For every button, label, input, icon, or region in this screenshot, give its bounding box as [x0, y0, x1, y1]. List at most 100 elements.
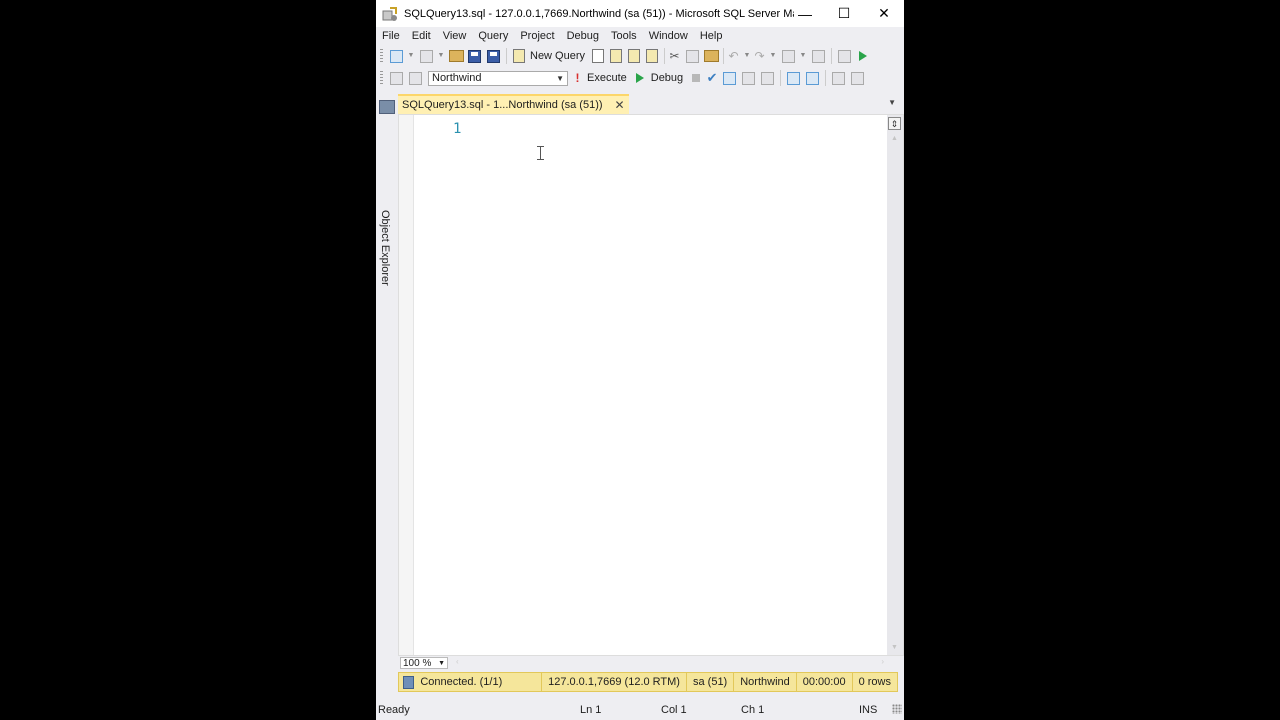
save-all-icon[interactable] — [487, 49, 500, 63]
display-estimated-plan-icon[interactable] — [723, 71, 737, 85]
copy-icon[interactable] — [686, 49, 700, 63]
include-actual-plan-icon[interactable] — [787, 71, 801, 85]
dropdown-arrow-icon[interactable]: ▼ — [770, 49, 778, 63]
connected-icon — [403, 675, 415, 689]
cut-icon[interactable]: ✂ — [670, 49, 682, 63]
standard-toolbar: ▼ ▼ New Query ✂ ↶ ▼ ↷ ▼ ▼ — [376, 45, 904, 67]
menu-tools[interactable]: Tools — [605, 30, 643, 42]
execute-button[interactable]: Execute — [587, 72, 627, 84]
ssms-window: SQLQuery13.sql - 127.0.0.1,7669.Northwin… — [376, 0, 904, 720]
status-ready: Ready — [378, 704, 410, 716]
results-to-grid-icon[interactable] — [761, 71, 775, 85]
sql-editor-toolbar: Northwind ▼ ! Execute Debug ✔ — [376, 67, 904, 89]
toolbar-grip[interactable] — [380, 49, 383, 63]
editor-margin — [399, 115, 414, 655]
redo-icon[interactable]: ↷ — [755, 49, 767, 63]
text-cursor-icon — [537, 146, 544, 160]
navigate-forward-icon[interactable] — [812, 49, 826, 63]
line-number: 1 — [453, 121, 462, 137]
cancel-query-icon[interactable] — [692, 74, 701, 82]
status-bar: Ready Ln 1 Col 1 Ch 1 INS — [376, 702, 904, 720]
tab-sqlquery13[interactable]: SQLQuery13.sql - 1...Northwind (sa (51))… — [398, 94, 629, 114]
query-status-bar: Connected. (1/1) 127.0.0.1,7669 (12.0 RT… — [398, 672, 898, 692]
scroll-up-icon[interactable]: ▲ — [891, 135, 898, 142]
toolbar-separator — [780, 70, 782, 86]
object-explorer-label[interactable]: Object Explorer — [379, 210, 391, 286]
debug-button[interactable]: Debug — [651, 72, 683, 84]
activity-monitor-icon[interactable] — [838, 49, 852, 63]
dropdown-arrow-icon[interactable]: ▼ — [408, 49, 416, 63]
start-debugging-icon[interactable] — [859, 51, 868, 61]
menu-edit[interactable]: Edit — [406, 30, 437, 42]
menu-debug[interactable]: Debug — [561, 30, 605, 42]
scroll-right-icon[interactable]: › — [881, 657, 884, 666]
connection-status: Connected. (1/1) — [420, 676, 503, 688]
live-query-statistics-icon[interactable] — [806, 71, 820, 85]
debug-play-icon[interactable] — [635, 73, 644, 83]
document-tab-strip: SQLQuery13.sql - 1...Northwind (sa (51))… — [398, 94, 904, 114]
tab-list-dropdown-icon[interactable]: ▼ — [888, 98, 896, 107]
undo-icon[interactable]: ↶ — [729, 49, 741, 63]
analysis-xmla-query-icon[interactable] — [646, 49, 659, 63]
analysis-dmx-query-icon[interactable] — [628, 49, 641, 63]
user-info: sa (51) — [685, 672, 733, 692]
execute-icon[interactable]: ! — [576, 71, 584, 85]
toolbar-grip[interactable] — [380, 71, 383, 85]
server-info: 127.0.0.1,7669 (12.0 RTM) — [541, 672, 686, 692]
add-item-icon[interactable] — [420, 49, 433, 63]
parse-icon[interactable]: ✔ — [707, 71, 719, 85]
tab-close-icon[interactable]: ✕ — [615, 98, 625, 112]
connect-icon[interactable] — [390, 71, 403, 85]
row-count: 0 rows — [851, 672, 897, 692]
paste-icon[interactable] — [703, 50, 719, 62]
toolbar-separator — [506, 48, 507, 64]
change-connection-icon[interactable] — [409, 71, 422, 85]
editor-area: SQLQuery13.sql - 1...Northwind (sa (51))… — [398, 94, 904, 702]
new-project-icon[interactable] — [390, 49, 403, 63]
dropdown-arrow-icon[interactable]: ▼ — [744, 49, 752, 63]
ssms-app-icon[interactable] — [382, 6, 398, 22]
status-line: Ln 1 — [580, 704, 602, 716]
toolbar-separator — [831, 48, 833, 64]
object-explorer-collapsed[interactable]: Object Explorer — [376, 94, 398, 702]
status-mode: INS — [859, 704, 878, 716]
status-column: Col 1 — [661, 704, 687, 716]
menu-bar: File Edit View Query Project Debug Tools… — [376, 27, 904, 45]
split-window-icon[interactable]: ⇕ — [888, 117, 901, 130]
zoom-select[interactable]: 100 % ▼ — [400, 657, 448, 669]
zoom-value: 100 % — [403, 657, 432, 669]
toolbar-separator — [723, 48, 725, 64]
menu-file[interactable]: File — [376, 30, 406, 42]
database-select[interactable]: Northwind ▼ — [428, 70, 568, 86]
dropdown-arrow-icon[interactable]: ▼ — [438, 49, 446, 63]
menu-project[interactable]: Project — [514, 30, 560, 42]
scroll-down-icon[interactable]: ▼ — [891, 644, 898, 651]
analysis-mdx-query-icon[interactable] — [610, 49, 623, 63]
horizontal-scrollbar[interactable]: ‹ › — [452, 657, 886, 669]
results-to-text-icon[interactable] — [851, 71, 865, 85]
navigate-backward-icon[interactable] — [782, 49, 796, 63]
new-query-button[interactable]: New Query — [530, 50, 585, 62]
object-explorer-icon[interactable] — [379, 100, 395, 114]
scroll-left-icon[interactable]: ‹ — [456, 657, 459, 666]
save-icon[interactable] — [468, 49, 481, 63]
maximize-button[interactable]: ☐ — [824, 0, 864, 27]
menu-window[interactable]: Window — [643, 30, 694, 42]
menu-help[interactable]: Help — [694, 30, 729, 42]
query-options-icon[interactable] — [742, 71, 756, 85]
tab-label: SQLQuery13.sql - 1...Northwind (sa (51)) — [402, 99, 603, 111]
open-folder-icon[interactable] — [448, 50, 464, 62]
menu-query[interactable]: Query — [472, 30, 514, 42]
close-window-button[interactable]: ✕ — [864, 0, 904, 27]
new-query-icon[interactable] — [513, 49, 525, 63]
dropdown-arrow-icon[interactable]: ▼ — [800, 49, 808, 63]
database-engine-query-icon[interactable] — [592, 49, 605, 63]
elapsed-time: 00:00:00 — [795, 672, 852, 692]
vertical-scrollbar[interactable]: ⇕ ▲ ▼ — [887, 115, 903, 655]
toolbar-separator — [664, 48, 666, 64]
menu-view[interactable]: View — [437, 30, 473, 42]
client-statistics-icon[interactable] — [832, 71, 846, 85]
minimize-button[interactable]: — — [785, 0, 825, 27]
sql-editor[interactable]: 1 ⇕ ▲ ▼ — [398, 114, 904, 656]
resize-grip-icon[interactable] — [892, 704, 902, 714]
